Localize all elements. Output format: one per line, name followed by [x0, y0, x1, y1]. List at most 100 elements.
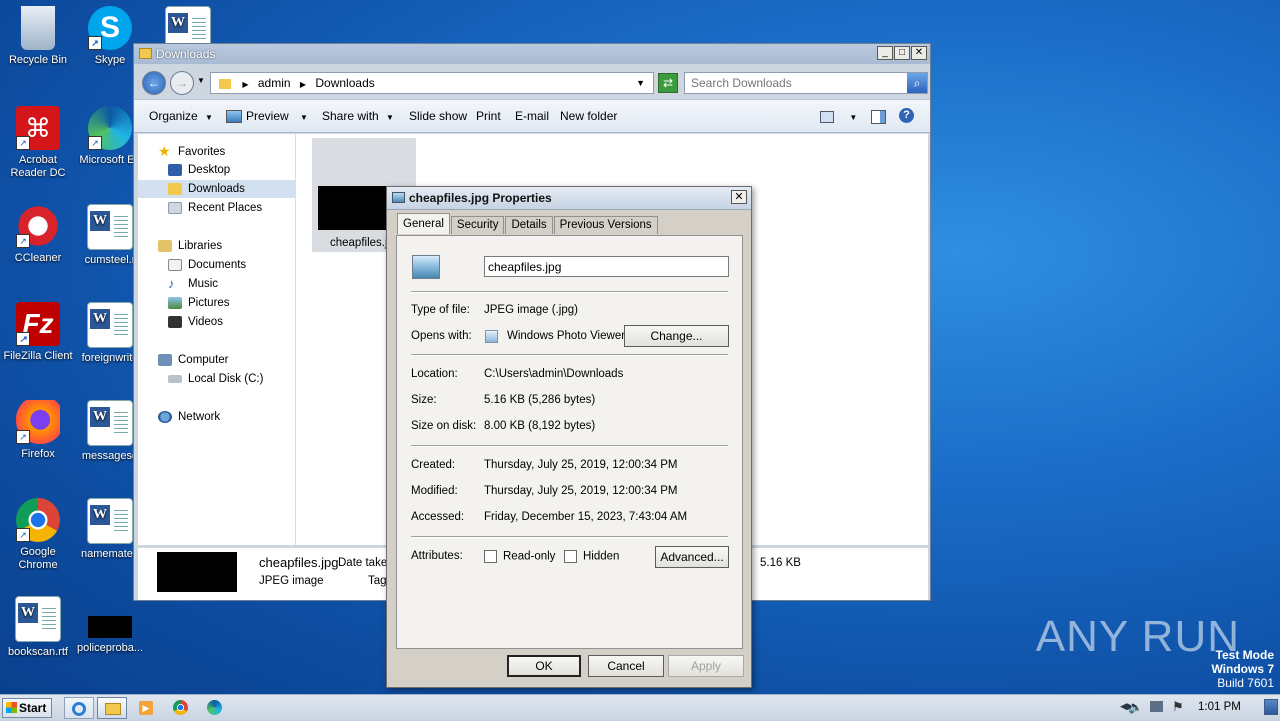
internet-explorer-icon — [72, 702, 86, 716]
taskbar-explorer[interactable] — [97, 697, 127, 719]
taskbar-media-player[interactable]: ▶ — [132, 697, 162, 719]
separator — [411, 536, 728, 538]
volume-icon[interactable]: 🔈 — [1128, 700, 1143, 714]
nav-pictures[interactable]: Pictures — [168, 297, 230, 309]
properties-titlebar[interactable]: cheapfiles.jpg Properties ✕ — [387, 187, 751, 210]
search-field[interactable]: ⌕ — [684, 72, 928, 94]
nav-computer[interactable]: Computer — [158, 354, 229, 366]
close-button[interactable]: ✕ — [911, 46, 927, 60]
cancel-button[interactable]: Cancel — [588, 655, 664, 677]
tab-security[interactable]: Security — [450, 216, 505, 234]
address-dropdown-icon[interactable]: ▼ — [636, 73, 645, 93]
nav-local-disk[interactable]: Local Disk (C:) — [168, 373, 263, 385]
desktop-icon-firefox[interactable]: ↗ Firefox — [0, 400, 76, 461]
print-button[interactable]: Print — [476, 109, 501, 123]
hidden-checkbox[interactable]: Hidden — [564, 550, 619, 563]
folder-icon — [105, 703, 121, 715]
breadcrumb-admin[interactable]: admin — [258, 76, 291, 90]
desktop-icon-ccleaner[interactable]: ↗ CCleaner — [0, 204, 76, 265]
chrome-icon — [173, 700, 188, 715]
breadcrumb-downloads[interactable]: Downloads — [315, 76, 374, 90]
nav-network[interactable]: Network — [158, 411, 220, 423]
organize-menu[interactable]: Organize ▼ — [149, 109, 213, 123]
minimize-button[interactable]: _ — [877, 46, 893, 60]
nav-downloads[interactable]: Downloads — [168, 183, 245, 195]
attributes-label: Attributes: — [411, 550, 463, 562]
taskbar-chrome[interactable] — [166, 697, 196, 719]
maximize-button[interactable]: □ — [894, 46, 910, 60]
filename-input[interactable] — [484, 256, 729, 277]
tab-details[interactable]: Details — [505, 216, 553, 234]
skype-icon: S ↗ — [88, 6, 132, 50]
accessed-label: Accessed: — [411, 511, 465, 523]
properties-close-button[interactable]: ✕ — [731, 190, 747, 204]
edge-icon: ↗ — [88, 106, 132, 150]
taskbar-ie[interactable] — [64, 697, 94, 719]
created-label: Created: — [411, 459, 456, 471]
word-document-icon — [87, 302, 133, 348]
ok-button[interactable]: OK — [507, 655, 581, 677]
desktop-icon-bookscan[interactable]: bookscan.rtf — [0, 596, 76, 659]
desktop-icon — [168, 164, 182, 176]
modified-label: Modified: — [411, 485, 458, 497]
clock[interactable]: 1:01 PM — [1198, 701, 1241, 713]
advanced-button[interactable]: Advanced... — [655, 546, 729, 568]
modified-value: Thursday, July 25, 2019, 12:00:34 PM — [484, 485, 678, 497]
back-button[interactable]: ← — [142, 71, 166, 95]
file-type-icon — [412, 255, 440, 279]
tab-general[interactable]: General — [397, 213, 450, 234]
new-folder-button[interactable]: New folder — [560, 109, 617, 123]
preview-menu[interactable]: Preview ▼ — [226, 109, 308, 124]
taskbar-edge[interactable] — [200, 697, 230, 719]
separator — [411, 354, 728, 356]
folder-icon — [219, 78, 231, 89]
search-icon[interactable]: ⌕ — [907, 73, 927, 93]
explorer-titlebar[interactable]: Downloads _ □ ✕ — [134, 44, 930, 64]
forward-button[interactable]: → — [170, 71, 194, 95]
preview-pane-button[interactable] — [871, 109, 886, 124]
tab-previous-versions[interactable]: Previous Versions — [553, 216, 658, 234]
nav-favorites[interactable]: ★ Favorites — [158, 144, 225, 159]
nav-videos[interactable]: Videos — [168, 316, 223, 328]
help-button[interactable]: ? — [899, 107, 914, 123]
address-field[interactable]: ▶ admin ▶ Downloads ▼ — [210, 72, 654, 94]
email-button[interactable]: E-mail — [515, 109, 549, 123]
size-value: 5.16 KB (5,286 bytes) — [484, 394, 596, 406]
properties-title: cheapfiles.jpg Properties — [409, 191, 552, 205]
navigation-pane: ★ Favorites Desktop Downloads Recent Plac… — [138, 134, 296, 545]
start-button[interactable]: Start — [2, 698, 52, 718]
share-with-menu[interactable]: Share with ▼ — [322, 109, 394, 123]
details-tags-label: Tag — [368, 575, 387, 587]
type-of-file-value: JPEG image (.jpg) — [484, 304, 578, 316]
nav-music[interactable]: ♪ Music — [168, 277, 218, 290]
network-tray-icon[interactable] — [1150, 701, 1163, 712]
desktop-icon-acrobat[interactable]: ⌘ ↗ Acrobat Reader DC — [0, 106, 76, 180]
desktop-icon-filezilla[interactable]: Fz ↗ FileZilla Client — [0, 302, 76, 363]
apply-button[interactable]: Apply — [668, 655, 744, 677]
desktop-icon-policeproba[interactable]: policeproba... — [72, 596, 148, 655]
show-desktop-button[interactable] — [1264, 699, 1278, 715]
view-options-button[interactable]: ▼ — [820, 109, 857, 123]
pictures-icon — [168, 297, 182, 309]
change-button[interactable]: Change... — [624, 325, 729, 347]
location-value: C:\Users\admin\Downloads — [484, 368, 624, 380]
desktop-icon-chrome[interactable]: ↗ Google Chrome — [0, 498, 76, 572]
nav-libraries[interactable]: Libraries — [158, 240, 222, 252]
action-center-flag-icon[interactable]: ⚑ — [1172, 699, 1184, 715]
slide-show-button[interactable]: Slide show — [409, 109, 467, 123]
nav-desktop[interactable]: Desktop — [168, 164, 230, 176]
anyrun-watermark: ANY RUN — [1035, 612, 1240, 661]
created-value: Thursday, July 25, 2019, 12:00:34 PM — [484, 459, 678, 471]
opens-with-label: Opens with: — [411, 330, 472, 342]
search-input[interactable] — [685, 73, 907, 93]
refresh-button[interactable]: ⇄ — [658, 73, 678, 93]
view-icon — [820, 110, 834, 123]
nav-documents[interactable]: Documents — [168, 259, 246, 271]
history-dropdown-icon[interactable]: ▼ — [197, 76, 205, 85]
nav-recent-places[interactable]: Recent Places — [168, 202, 262, 214]
image-file-icon — [392, 192, 405, 203]
readonly-checkbox[interactable]: Read-only — [484, 550, 555, 563]
separator — [411, 291, 728, 293]
size-label: Size: — [411, 394, 437, 406]
desktop-icon-recycle-bin[interactable]: Recycle Bin — [0, 6, 76, 67]
